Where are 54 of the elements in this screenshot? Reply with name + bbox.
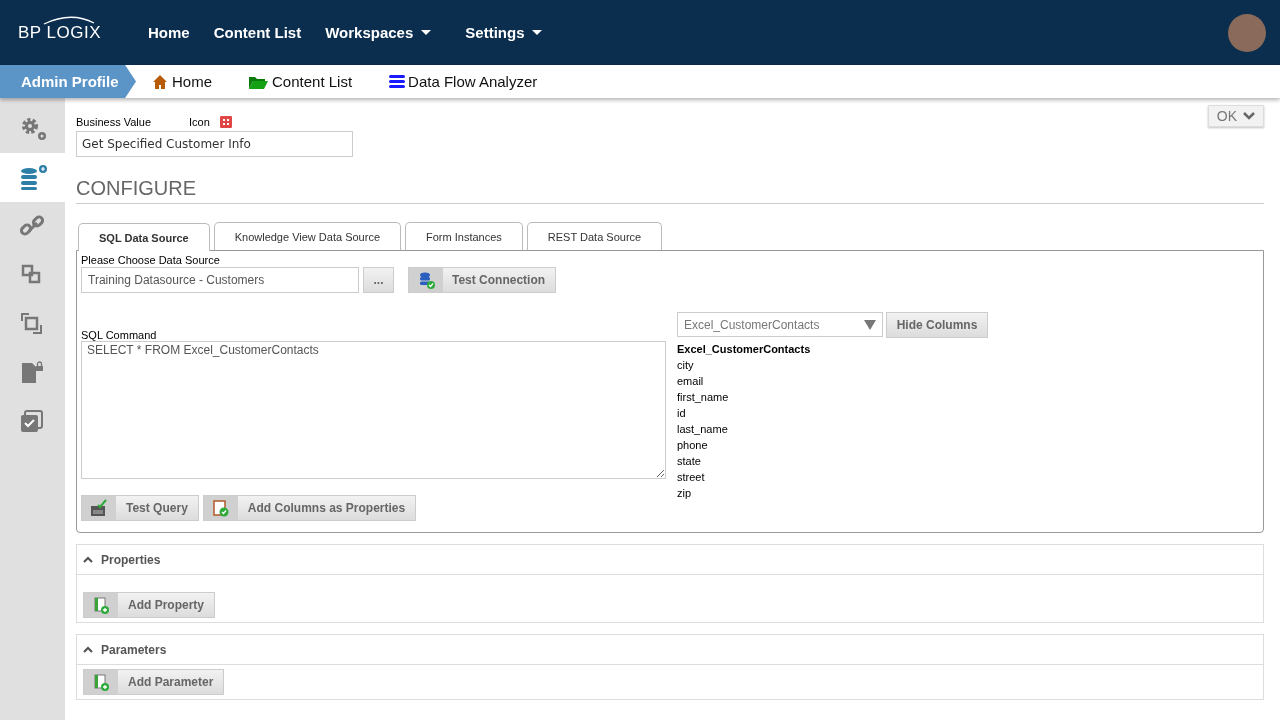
- grid-icon: [219, 116, 232, 128]
- tab[interactable]: Form Instances: [405, 222, 523, 250]
- tab[interactable]: Knowledge View Data Source: [213, 222, 401, 250]
- home-icon: [152, 73, 169, 90]
- table-dropdown[interactable]: Excel_CustomerContacts: [677, 312, 883, 337]
- database-check-icon: [417, 271, 435, 289]
- avatar[interactable]: [1228, 13, 1266, 52]
- hide-columns-button[interactable]: Hide Columns: [886, 312, 988, 338]
- sidebar-item[interactable]: [0, 153, 65, 202]
- add-button[interactable]: Add Property: [83, 592, 215, 618]
- input-field[interactable]: Get Specified Customer Info: [76, 131, 353, 157]
- column-name: street: [677, 470, 706, 485]
- action-button[interactable]: Test Query: [81, 495, 199, 521]
- browse-button[interactable]: ...: [363, 267, 394, 293]
- database-add-icon: [18, 163, 47, 192]
- field-label: Business Value: [76, 116, 151, 128]
- tab[interactable]: REST Data Source: [526, 222, 663, 250]
- test-connection-button[interactable]: Test Connection: [408, 267, 557, 293]
- triangle-down-icon: [864, 319, 876, 330]
- column-name: zip: [677, 486, 693, 501]
- ok-dropdown-button[interactable]: OK: [1207, 105, 1264, 127]
- action-button[interactable]: Add Columns as Properties: [202, 495, 417, 521]
- nav-menu[interactable]: Workspaces: [325, 24, 432, 41]
- section-header[interactable]: Properties: [77, 545, 1263, 575]
- stacked-lines-icon: [388, 73, 406, 90]
- add-column-icon: [92, 673, 110, 691]
- clipboard-check-icon: [211, 499, 230, 517]
- sql-check-icon: [90, 499, 108, 517]
- section-header[interactable]: Parameters: [77, 635, 1263, 665]
- field-label: SQL Command: [81, 329, 158, 341]
- column-name: city: [677, 358, 695, 373]
- section-heading: CONFIGURE: [76, 157, 1264, 204]
- field-label: Icon: [189, 116, 210, 128]
- sql-textarea[interactable]: SELECT * FROM Excel_CustomerContacts: [81, 341, 666, 479]
- field-label: Please Choose Data Source: [81, 254, 221, 266]
- column-name: state: [677, 454, 702, 469]
- nav-link[interactable]: Home: [148, 24, 190, 41]
- breadcrumb-link[interactable]: Home: [152, 73, 212, 90]
- column-name: phone: [677, 438, 709, 453]
- tab[interactable]: SQL Data Source: [78, 223, 210, 251]
- add-column-icon: [92, 596, 110, 614]
- chevron-down-icon: [1243, 112, 1255, 120]
- breadcrumb-link[interactable]: Content List: [248, 73, 353, 90]
- column-name: email: [677, 374, 705, 389]
- logo[interactable]: BP LOGIX: [18, 22, 130, 43]
- add-button[interactable]: Add Parameter: [83, 669, 225, 695]
- column-name: first_name: [677, 390, 730, 405]
- nav-menu[interactable]: Settings: [465, 24, 543, 41]
- table-name: Excel_CustomerContacts: [677, 342, 812, 357]
- column-name: last_name: [677, 422, 729, 437]
- input-field[interactable]: Training Datasource - Customers: [81, 267, 359, 293]
- breadcrumb-link[interactable]: Data Flow Analyzer: [388, 73, 538, 90]
- column-name: id: [677, 406, 687, 421]
- nav-link[interactable]: Content List: [213, 24, 302, 41]
